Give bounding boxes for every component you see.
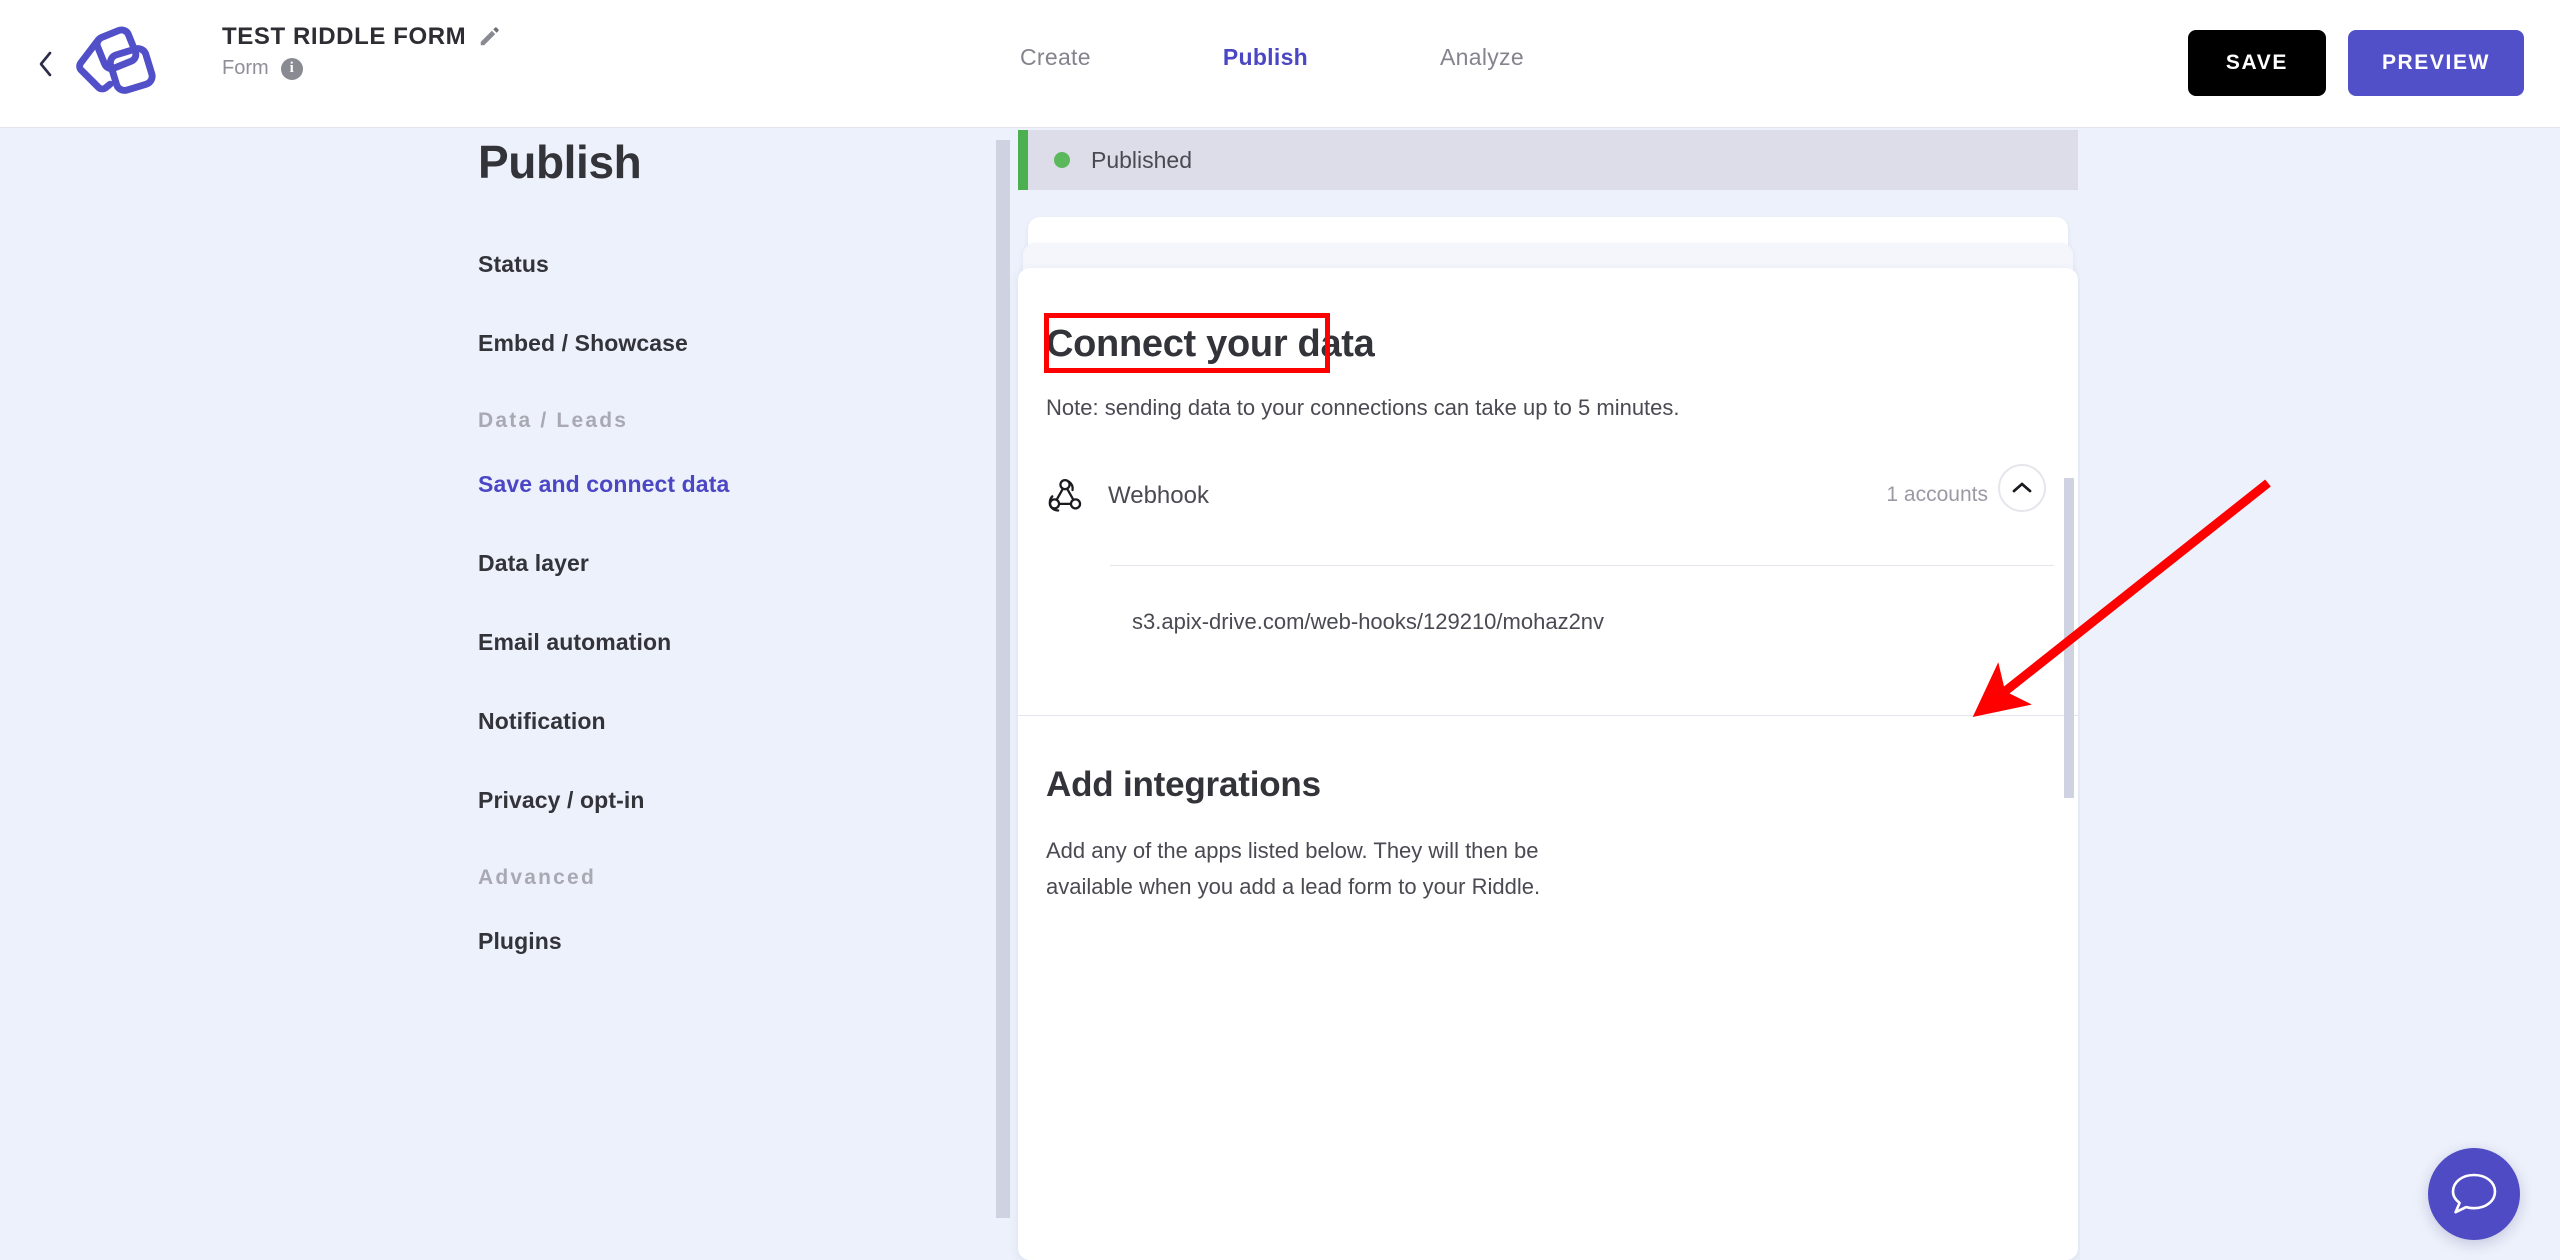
add-integrations-title: Add integrations [1046, 765, 1321, 804]
connect-note: Note: sending data to your connections c… [1046, 395, 1680, 420]
sidebar-item-plugins[interactable]: Plugins [478, 928, 978, 955]
card-scrollbar-thumb[interactable] [2064, 478, 2074, 798]
preview-button[interactable]: PREVIEW [2347, 30, 2524, 96]
section-divider [1018, 715, 2078, 716]
connection-row-webhook[interactable]: Webhook 1 accounts [1044, 464, 2054, 527]
page-title: TEST RIDDLE FORM [222, 23, 467, 50]
sidebar-item-notification[interactable]: Notification [478, 708, 978, 735]
pencil-icon[interactable] [478, 26, 500, 48]
sidebar-item-privacy-opt-in[interactable]: Privacy / opt-in [478, 787, 978, 814]
webhook-account-url: s3.apix-drive.com/web-hooks/129210/mohaz… [1132, 609, 1605, 634]
sidebar-item-data-layer[interactable]: Data layer [478, 550, 978, 577]
tab-analyze[interactable]: Analyze [1440, 44, 1524, 71]
riddle-logo-glyph [76, 26, 156, 94]
chevron-up-icon [2012, 482, 2032, 493]
page-body: Publish Status Embed / Showcase Data / L… [0, 128, 2560, 1260]
webhook-account-row: s3.apix-drive.com/web-hooks/129210/mohaz… [1110, 565, 2054, 679]
connection-collapse-button[interactable] [1998, 464, 2046, 512]
riddle-type-label: Form [222, 57, 269, 80]
status-accent-bar [1018, 130, 1028, 190]
connection-name: Webhook [1108, 482, 1209, 509]
tab-publish[interactable]: Publish [1223, 44, 1308, 71]
connection-accounts-count: 1 accounts [1886, 483, 1988, 506]
riddle-logo-icon[interactable] [64, 18, 158, 110]
sidebar-group-advanced: Advanced [478, 866, 596, 889]
page-scrollbar-thumb[interactable] [996, 140, 1010, 1218]
status-label: Published [1091, 146, 1193, 173]
add-integrations-description: Add any of the apps listed below. They w… [1046, 838, 1541, 899]
status-dot-icon [1054, 152, 1070, 168]
sidebar-nav: Status Embed / Showcase Data / Leads Sav… [478, 251, 978, 955]
sidebar-item-save-and-connect-data[interactable]: Save and connect data [478, 471, 978, 498]
sidebar-item-status[interactable]: Status [478, 251, 978, 278]
sidebar-item-embed-showcase[interactable]: Embed / Showcase [478, 330, 978, 357]
chat-bubble-icon [2451, 1173, 2497, 1214]
info-icon[interactable]: i [280, 57, 303, 80]
back-button[interactable] [28, 44, 64, 84]
sidebar-item-email-automation[interactable]: Email automation [478, 629, 978, 656]
app-header: TEST RIDDLE FORM Form i Create Publish A… [0, 0, 2560, 128]
connect-your-data-title: Connect your data [1046, 323, 1375, 365]
chat-widget-button[interactable] [2428, 1148, 2520, 1240]
webhook-icon [1048, 478, 1082, 512]
right-background-strip [2080, 128, 2560, 1260]
sidebar-heading: Publish [478, 136, 642, 188]
publish-sidebar: Publish Status Embed / Showcase Data / L… [478, 128, 978, 1007]
chevron-left-icon [39, 51, 52, 77]
header-actions: SAVE PREVIEW [2187, 30, 2524, 96]
connect-data-card: Connect your data Note: sending data to … [1018, 268, 2078, 1260]
riddle-title-block: TEST RIDDLE FORM Form i [222, 23, 500, 80]
sidebar-group-data-leads: Data / Leads [478, 409, 629, 432]
save-button[interactable]: SAVE [2187, 30, 2326, 96]
tab-create[interactable]: Create [1020, 44, 1091, 71]
main-nav-tabs: Create Publish Analyze [1020, 44, 1524, 71]
status-badge: Published [1018, 130, 2078, 190]
